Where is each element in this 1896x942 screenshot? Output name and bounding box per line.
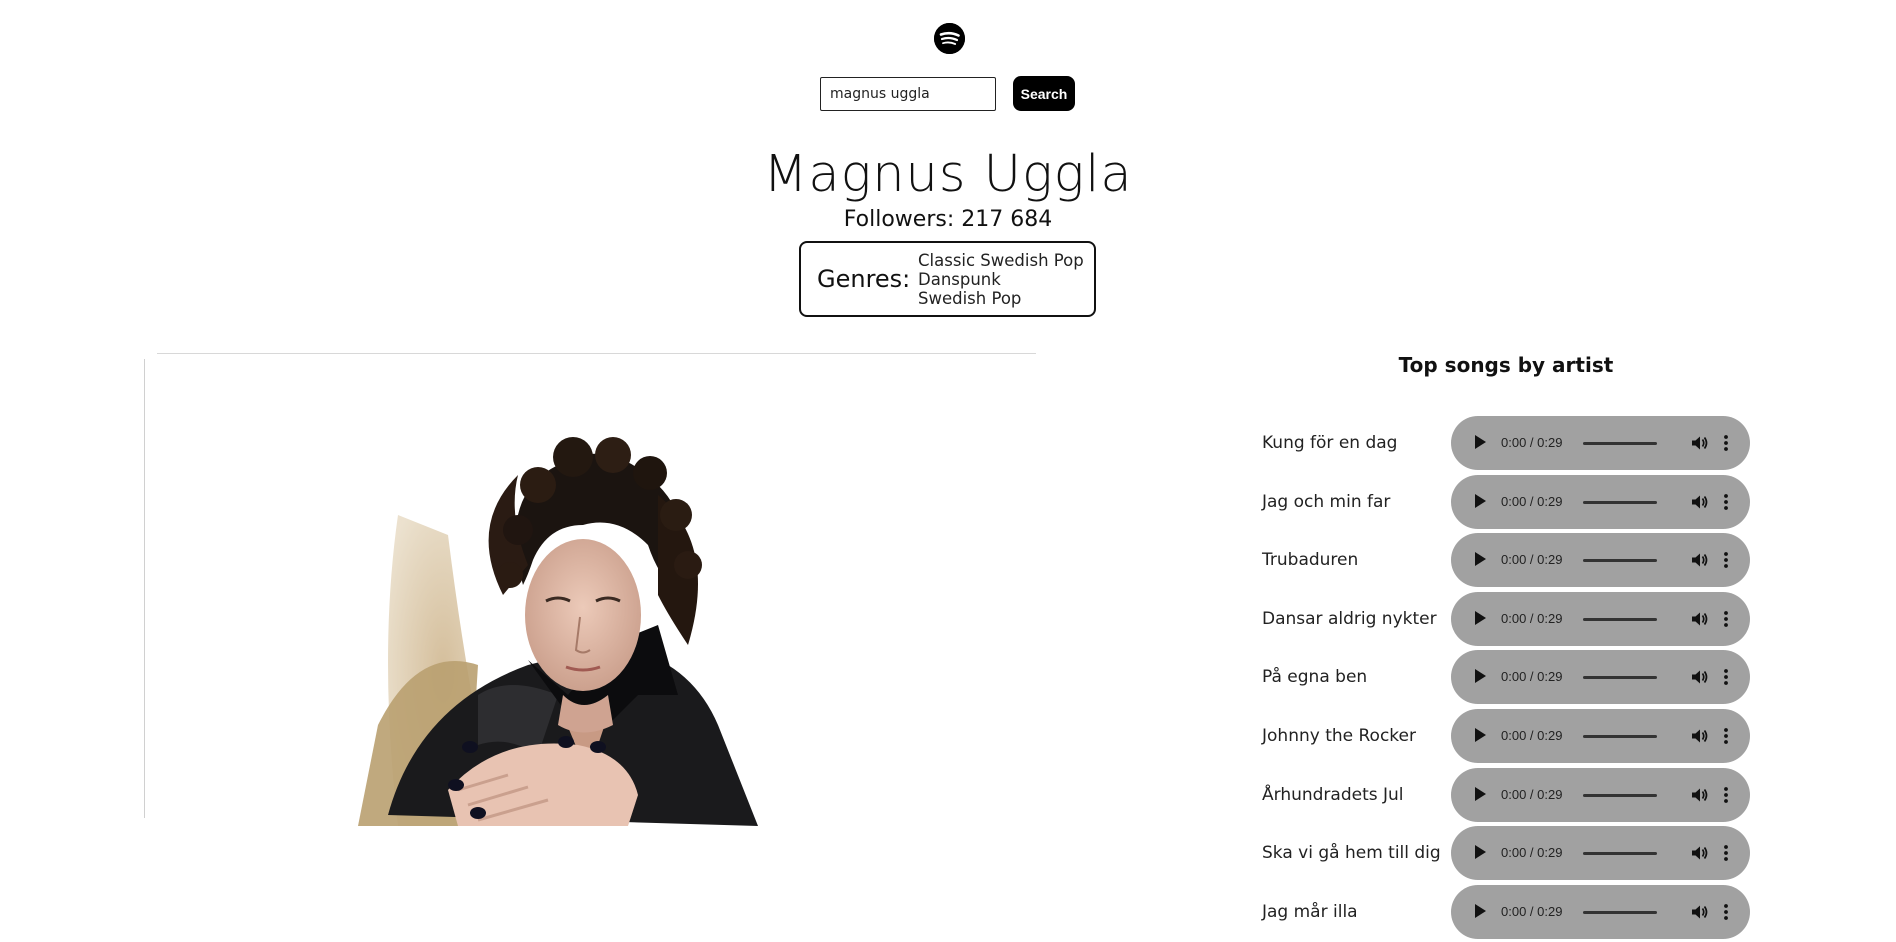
- song-title: På egna ben: [1262, 667, 1368, 688]
- song-row: Kung för en dag 0:00 / 0:29: [1262, 415, 1762, 474]
- more-options-icon[interactable]: [1723, 903, 1729, 921]
- progress-bar[interactable]: [1583, 793, 1657, 797]
- play-icon[interactable]: [1475, 669, 1486, 684]
- time-display: 0:00 / 0:29: [1501, 727, 1563, 743]
- progress-bar[interactable]: [1583, 734, 1657, 738]
- genres-label: Genres:: [817, 265, 911, 293]
- volume-icon[interactable]: [1690, 903, 1708, 921]
- song-row: Århundradets Jul 0:00 / 0:29: [1262, 767, 1762, 826]
- song-list: Kung för en dag 0:00 / 0:29 Jag och min …: [1262, 415, 1762, 942]
- volume-icon[interactable]: [1690, 668, 1708, 686]
- more-options-icon[interactable]: [1723, 786, 1729, 804]
- audio-player[interactable]: 0:00 / 0:29: [1451, 767, 1750, 822]
- volume-icon[interactable]: [1690, 610, 1708, 628]
- genre-item: Danspunk: [918, 270, 1001, 289]
- genres-box: Genres: Classic Swedish Pop Danspunk Swe…: [799, 241, 1096, 317]
- image-frame-border: [144, 359, 145, 818]
- progress-bar[interactable]: [1583, 676, 1657, 680]
- audio-player[interactable]: 0:00 / 0:29: [1451, 826, 1750, 881]
- more-options-icon[interactable]: [1723, 551, 1729, 569]
- song-title: Trubaduren: [1262, 550, 1359, 571]
- genre-item: Swedish Pop: [918, 289, 1022, 308]
- progress-bar[interactable]: [1583, 559, 1657, 563]
- audio-player[interactable]: 0:00 / 0:29: [1451, 416, 1750, 470]
- followers-count: Followers: 217 684: [843, 207, 1053, 232]
- song-title: Kung för en dag: [1262, 433, 1398, 453]
- progress-bar[interactable]: [1583, 442, 1657, 445]
- play-icon[interactable]: [1475, 435, 1486, 449]
- play-icon[interactable]: [1475, 552, 1486, 567]
- time-display: 0:00 / 0:29: [1501, 493, 1563, 509]
- progress-bar[interactable]: [1583, 500, 1657, 504]
- time-display: 0:00 / 0:29: [1501, 845, 1563, 861]
- play-icon[interactable]: [1475, 903, 1486, 918]
- more-options-icon[interactable]: [1723, 844, 1729, 862]
- search-button[interactable]: Search: [1013, 76, 1075, 111]
- time-display: 0:00 / 0:29: [1501, 610, 1563, 626]
- volume-icon[interactable]: [1690, 551, 1708, 569]
- song-row: Dansar aldrig nykter 0:00 / 0:29: [1262, 591, 1762, 650]
- audio-player[interactable]: 0:00 / 0:29: [1451, 533, 1750, 588]
- song-title: Johnny the Rocker: [1262, 725, 1416, 746]
- time-display: 0:00 / 0:29: [1501, 903, 1563, 919]
- more-options-icon[interactable]: [1723, 668, 1729, 686]
- volume-icon[interactable]: [1690, 727, 1708, 745]
- volume-icon[interactable]: [1690, 844, 1708, 862]
- top-songs-title: Top songs by artist: [1398, 353, 1614, 377]
- more-options-icon[interactable]: [1723, 434, 1729, 452]
- play-icon[interactable]: [1475, 845, 1486, 860]
- song-row: Ska vi gå hem till dig 0:00 / 0:29: [1262, 825, 1762, 884]
- play-icon[interactable]: [1475, 493, 1486, 508]
- progress-bar[interactable]: [1583, 617, 1657, 621]
- song-row: Trubaduren 0:00 / 0:29: [1262, 532, 1762, 591]
- time-display: 0:00 / 0:29: [1501, 669, 1563, 685]
- play-icon[interactable]: [1475, 786, 1486, 801]
- volume-icon[interactable]: [1690, 434, 1708, 452]
- genres-list: Classic Swedish Pop Danspunk Swedish Pop: [918, 251, 1084, 308]
- song-title: Dansar aldrig nykter: [1262, 608, 1437, 629]
- artist-name: Magnus Uggla: [763, 145, 1133, 204]
- audio-player[interactable]: 0:00 / 0:29: [1451, 650, 1750, 705]
- artist-image: [358, 395, 782, 826]
- time-display: 0:00 / 0:29: [1501, 435, 1563, 450]
- audio-player[interactable]: 0:00 / 0:29: [1451, 474, 1750, 529]
- divider: [157, 353, 1036, 354]
- song-title: Jag mår illa: [1262, 901, 1358, 922]
- song-title: Jag och min far: [1262, 491, 1391, 512]
- more-options-icon[interactable]: [1723, 610, 1729, 628]
- play-icon[interactable]: [1475, 610, 1486, 625]
- audio-player[interactable]: 0:00 / 0:29: [1451, 591, 1750, 646]
- song-row: Johnny the Rocker 0:00 / 0:29: [1262, 708, 1762, 767]
- song-title: Ska vi gå hem till dig: [1262, 843, 1441, 864]
- audio-player[interactable]: 0:00 / 0:29: [1451, 708, 1750, 763]
- song-row: Jag mår illa 0:00 / 0:29: [1262, 884, 1762, 942]
- search-input[interactable]: [820, 77, 996, 111]
- volume-icon[interactable]: [1690, 786, 1708, 804]
- time-display: 0:00 / 0:29: [1501, 786, 1563, 802]
- volume-icon[interactable]: [1690, 493, 1708, 511]
- genre-item: Classic Swedish Pop: [918, 251, 1084, 270]
- more-options-icon[interactable]: [1723, 493, 1729, 511]
- song-row: På egna ben 0:00 / 0:29: [1262, 649, 1762, 708]
- time-display: 0:00 / 0:29: [1501, 552, 1563, 568]
- song-row: Jag och min far 0:00 / 0:29: [1262, 474, 1762, 533]
- spotify-logo-icon: [934, 23, 965, 54]
- progress-bar[interactable]: [1583, 910, 1657, 914]
- song-title: Århundradets Jul: [1262, 784, 1404, 805]
- play-icon[interactable]: [1475, 727, 1486, 742]
- more-options-icon[interactable]: [1723, 727, 1729, 745]
- progress-bar[interactable]: [1583, 852, 1657, 856]
